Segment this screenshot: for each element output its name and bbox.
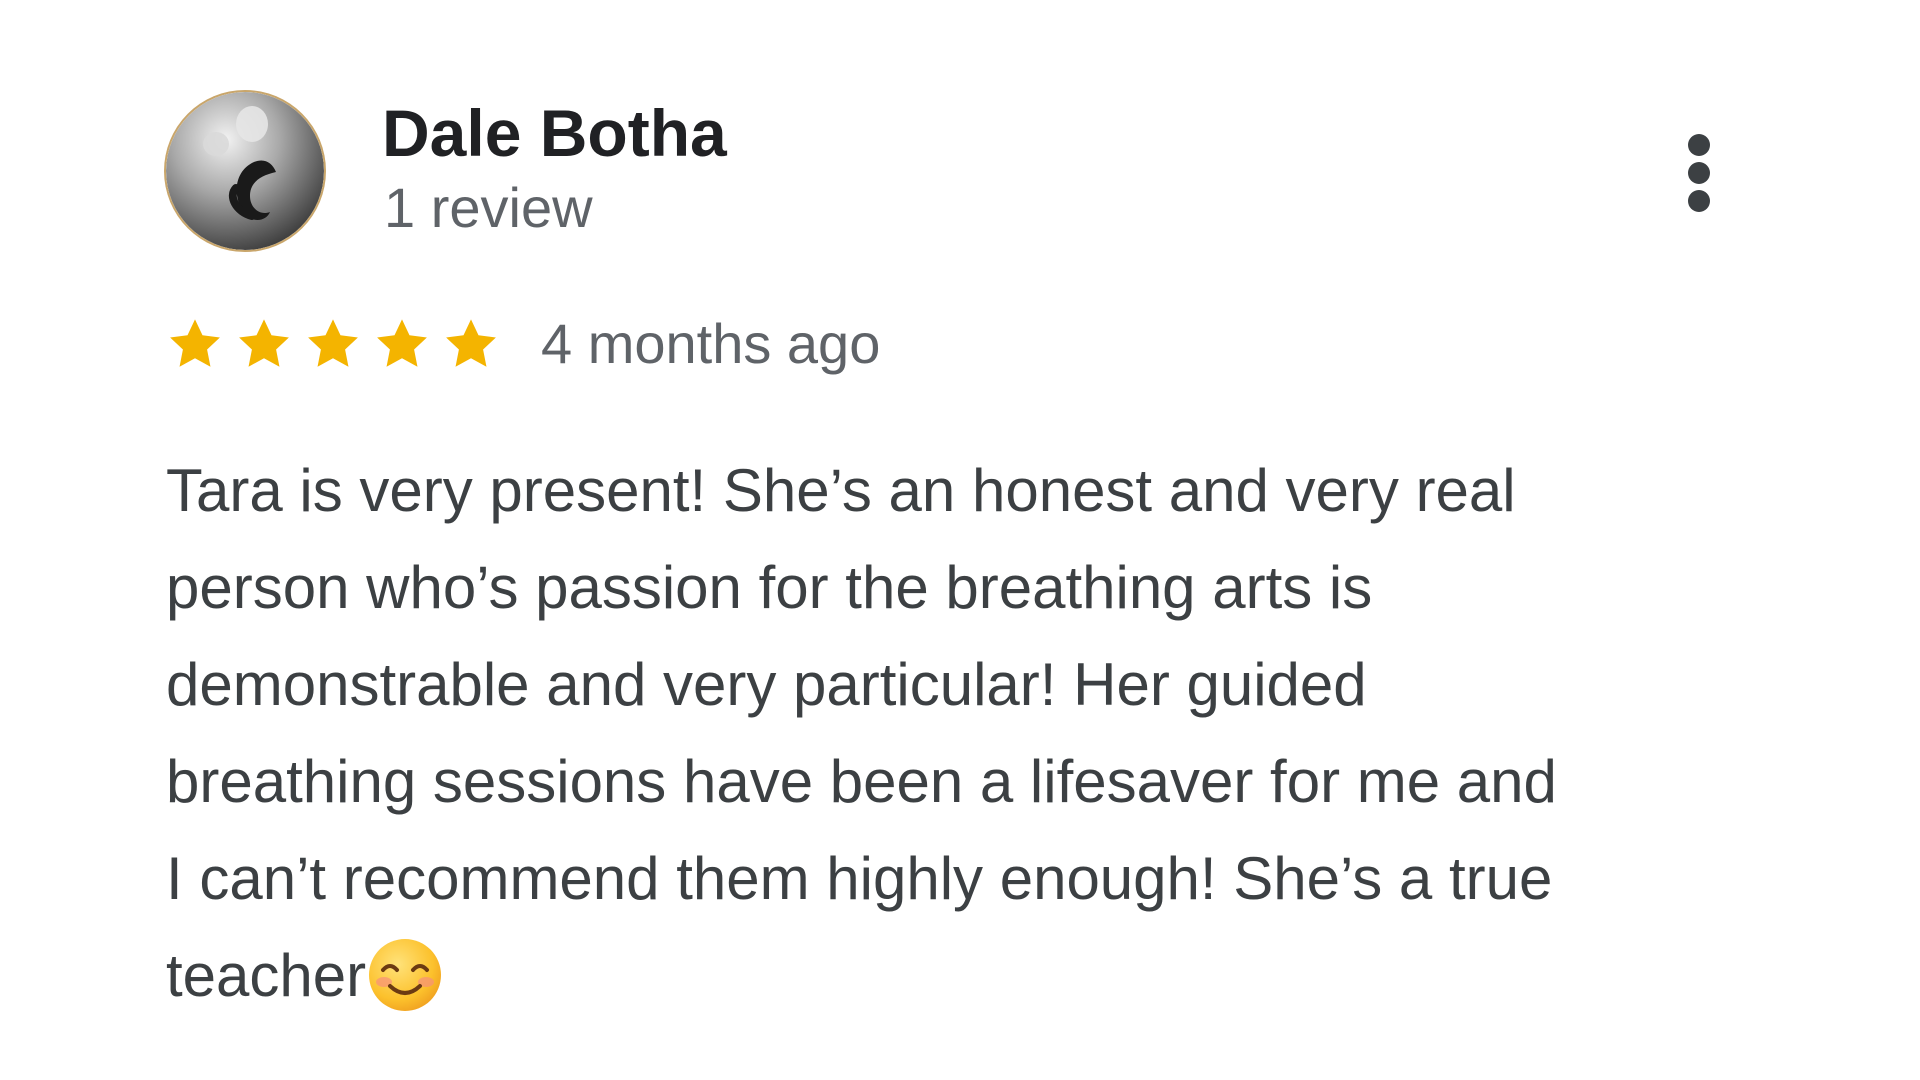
review-text-last-line: teacher <box>166 927 1766 1024</box>
more-vert-icon <box>1688 134 1710 156</box>
review-text-line: I can’t recommend them highly enough! Sh… <box>166 845 1553 912</box>
avatar[interactable] <box>166 92 324 250</box>
smiling-face-emoji-icon <box>369 939 442 1011</box>
review-count[interactable]: 1 review <box>384 174 593 241</box>
review-text-line: demonstrable and very particular! Her gu… <box>166 651 1367 718</box>
star-rating <box>166 315 511 373</box>
star-icon <box>308 319 358 367</box>
review-text-line: teacher <box>166 942 367 1009</box>
star-icon <box>446 319 496 367</box>
author-name[interactable]: Dale Botha <box>382 94 727 173</box>
review-card: Dale Botha 1 review 4 months ago Tara is… <box>166 90 1756 1011</box>
review-time: 4 months ago <box>541 312 881 376</box>
avatar-image <box>166 92 324 250</box>
star-icon <box>239 319 289 367</box>
review-text-line: breathing sessions have been a lifesaver… <box>166 748 1557 815</box>
star-icon <box>377 319 427 367</box>
star-icon <box>170 319 220 367</box>
review-text: Tara is very present! She’s an honest an… <box>166 442 1766 1024</box>
review-text-line: Tara is very present! She’s an honest an… <box>166 457 1516 524</box>
rating-row: 4 months ago <box>166 304 880 384</box>
more-options-button[interactable] <box>1674 122 1724 222</box>
review-text-line: person who’s passion for the breathing a… <box>166 554 1373 621</box>
